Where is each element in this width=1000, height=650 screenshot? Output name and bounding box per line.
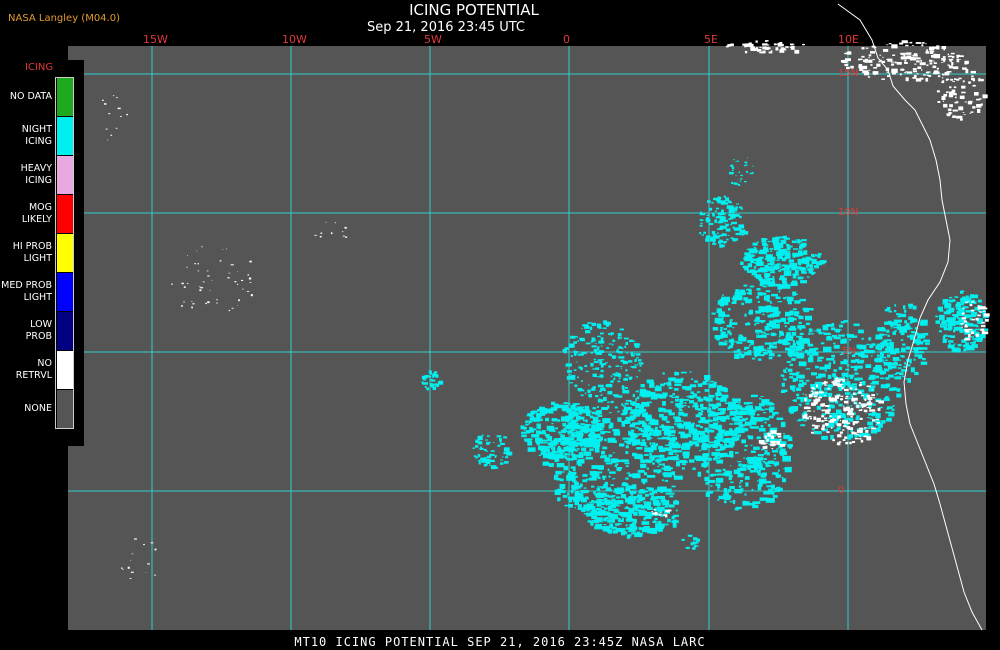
legend-label: NIGHT ICING — [21, 124, 52, 147]
icing-map — [68, 3, 990, 631]
lat-label-10n: 10N — [838, 207, 859, 218]
lon-label-10w: 10W — [282, 33, 307, 46]
lat-label-15n: 15N — [838, 68, 859, 79]
lat-label-0: 0 — [838, 485, 845, 496]
lon-label-0: 0 — [563, 33, 570, 46]
lon-label-15w: 15W — [143, 33, 168, 46]
footer-caption: MT10 ICING POTENTIAL SEP 21, 2016 23:45Z… — [294, 635, 706, 649]
legend-frame — [55, 77, 74, 429]
lon-label-10e: 10E — [838, 33, 859, 46]
map-title: ICING POTENTIAL — [409, 1, 539, 19]
lon-label-5e: 5E — [704, 33, 718, 46]
lon-label-5w: 5W — [424, 33, 442, 46]
legend-label: HEAVY ICING — [20, 163, 52, 186]
legend-label: LOW PROB — [25, 319, 52, 342]
legend-label: MOG LIKELY — [21, 202, 52, 225]
legend-label: NO RETRVL — [15, 358, 52, 381]
legend-label: NONE — [24, 403, 52, 414]
satellite-map-view: NASA Langley (M04.0) ICING POTENTIAL Sep… — [0, 0, 1000, 650]
legend-title: ICING — [25, 62, 54, 73]
map-datetime: Sep 21, 2016 23:45 UTC — [366, 20, 526, 35]
legend-label: HI PROB LIGHT — [12, 241, 52, 264]
lat-label-5n: 5N — [842, 346, 856, 357]
legend-label: NO DATA — [9, 91, 52, 102]
legend-label: MED PROB LIGHT — [1, 280, 52, 303]
